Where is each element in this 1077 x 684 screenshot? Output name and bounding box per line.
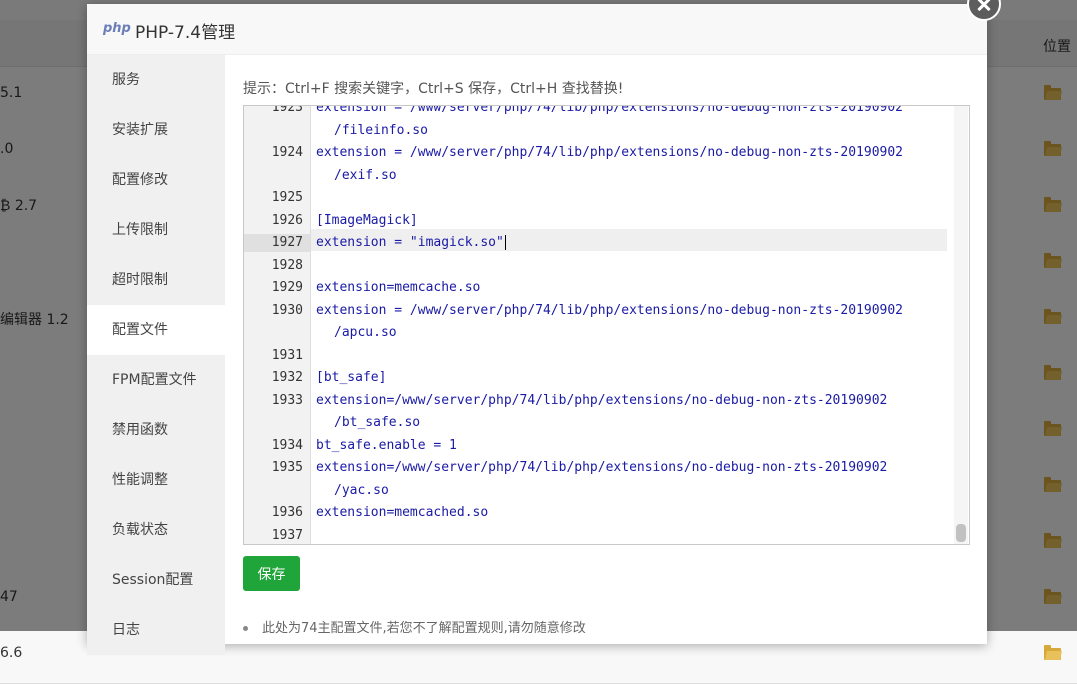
line-number: 1933 <box>271 392 303 408</box>
code-line-text: extension=memcache.so <box>316 280 481 295</box>
code-line-text: /apcu.so <box>334 325 397 340</box>
config-editor[interactable]: 1923 extension = /www/server/php/74/lib/p… <box>243 105 970 545</box>
code-line-text: extension=/www/server/php/74/lib/php/ext… <box>316 392 888 408</box>
php-logo-icon: php <box>103 21 131 36</box>
code-line-text: /fileinfo.so <box>334 122 428 138</box>
sidebar-item[interactable]: 上传限制 <box>87 205 225 255</box>
sidebar-item[interactable]: 安装扩展 <box>87 105 225 155</box>
code-line-text: extension=memcached.so <box>316 505 489 520</box>
bullet-icon <box>243 626 248 631</box>
editor-scrollbar-track[interactable] <box>954 106 968 544</box>
config-note: 此处为74主配置文件,若您不了解配置规则,请勿随意修改 <box>243 617 586 636</box>
code-line: extension=/www/server/php/74/lib/php/ext… <box>316 459 887 477</box>
line-number: 1932 <box>271 370 303 385</box>
editor-shortcut-tip: 提示：Ctrl+F 搜索关键字，Ctrl+S 保存，Ctrl+H 查找替换! <box>243 81 624 97</box>
line-number: 1926 <box>271 212 303 228</box>
line-number: 1935 <box>271 460 303 475</box>
line-number: 1937 <box>271 527 303 543</box>
code-line: extension = "imagick.so" <box>316 234 506 252</box>
code-line: extension = /www/server/php/74/lib/php/e… <box>316 144 903 162</box>
line-number: 1930 <box>271 302 303 318</box>
line-number: 1927 <box>244 234 310 252</box>
code-line-text: [bt_safe] <box>316 370 387 385</box>
code-line: [ImageMagick] <box>316 212 418 230</box>
code-line-text: bt_safe.enable = 1 <box>316 437 457 453</box>
code-line: bt_safe.enable = 1 <box>316 437 457 455</box>
line-number: 1924 <box>271 145 303 160</box>
sidebar-item[interactable]: 超时限制 <box>87 255 225 305</box>
modal-sidebar: 服务 安装扩展 配置修改 上传限制 超时限制 配置文件 FPM配置文件 禁用函数 性能调整 负载状… <box>87 55 225 655</box>
modal-title: PHP-7.4管理 <box>135 23 236 43</box>
code-line: /apcu.so <box>334 324 397 342</box>
code-line: /bt_safe.so <box>334 414 420 432</box>
editor-scrollbar-thumb[interactable] <box>956 524 966 542</box>
save-button[interactable]: 保存 <box>243 556 300 591</box>
line-number: 1925 <box>271 190 303 205</box>
line-number: 1929 <box>271 280 303 295</box>
sidebar-item[interactable]: Session配置 <box>87 555 225 605</box>
sidebar-item[interactable]: 服务 <box>87 55 225 105</box>
code-line-text: extension = /www/server/php/74/lib/php/e… <box>316 145 903 160</box>
line-number: 1936 <box>271 505 303 520</box>
sidebar-item[interactable]: FPM配置文件 <box>87 355 225 405</box>
sidebar-item[interactable]: 负载状态 <box>87 505 225 555</box>
sidebar-item[interactable]: 日志 <box>87 605 225 655</box>
folder-icon <box>1044 645 1061 660</box>
code-line-text: extension = "imagick.so" <box>316 235 504 250</box>
line-number: 1934 <box>271 437 303 453</box>
code-line-text: /bt_safe.so <box>334 415 421 430</box>
code-line: /fileinfo.so <box>334 122 428 140</box>
background-row-name: 6.6 <box>0 645 23 661</box>
code-line-text: /exif.so <box>334 167 397 183</box>
sidebar-item[interactable]: 配置修改 <box>87 155 225 205</box>
line-number-gutter <box>244 106 311 544</box>
code-line-text: /yac.so <box>334 482 389 498</box>
code-line-text: extension = /www/server/php/74/lib/php/e… <box>316 105 903 115</box>
code-line-text: [ImageMagick] <box>316 212 418 228</box>
modal-header: php PHP-7.4管理 <box>87 4 987 55</box>
code-line-text: extension=/www/server/php/74/lib/php/ext… <box>316 460 888 475</box>
code-line: extension=/www/server/php/74/lib/php/ext… <box>316 392 887 410</box>
code-line: extension=memcache.so <box>316 279 480 297</box>
code-line: extension = /www/server/php/74/lib/php/e… <box>316 302 903 320</box>
sidebar-item[interactable]: 禁用函数 <box>87 405 225 455</box>
code-line: extension=memcached.so <box>316 504 488 522</box>
sidebar-item[interactable]: 性能调整 <box>87 455 225 505</box>
code-line: [bt_safe] <box>316 369 386 387</box>
text-cursor <box>504 235 506 250</box>
config-note-text: 此处为74主配置文件,若您不了解配置规则,请勿随意修改 <box>262 621 586 636</box>
code-line: extension = /www/server/php/74/lib/php/e… <box>316 105 903 117</box>
code-line-text: extension = /www/server/php/74/lib/php/e… <box>316 302 903 318</box>
code-line: /yac.so <box>334 482 389 500</box>
php-management-modal: php PHP-7.4管理 服务 安装扩展 配置修改 上传限制 超时限制 配置文件 FPM配… <box>87 4 987 655</box>
code-line: /exif.so <box>334 167 397 185</box>
line-number: 1923 <box>271 105 303 115</box>
line-number: 1931 <box>271 347 303 363</box>
line-number: 1928 <box>271 257 303 273</box>
sidebar-item[interactable]: 配置文件 <box>87 305 225 355</box>
